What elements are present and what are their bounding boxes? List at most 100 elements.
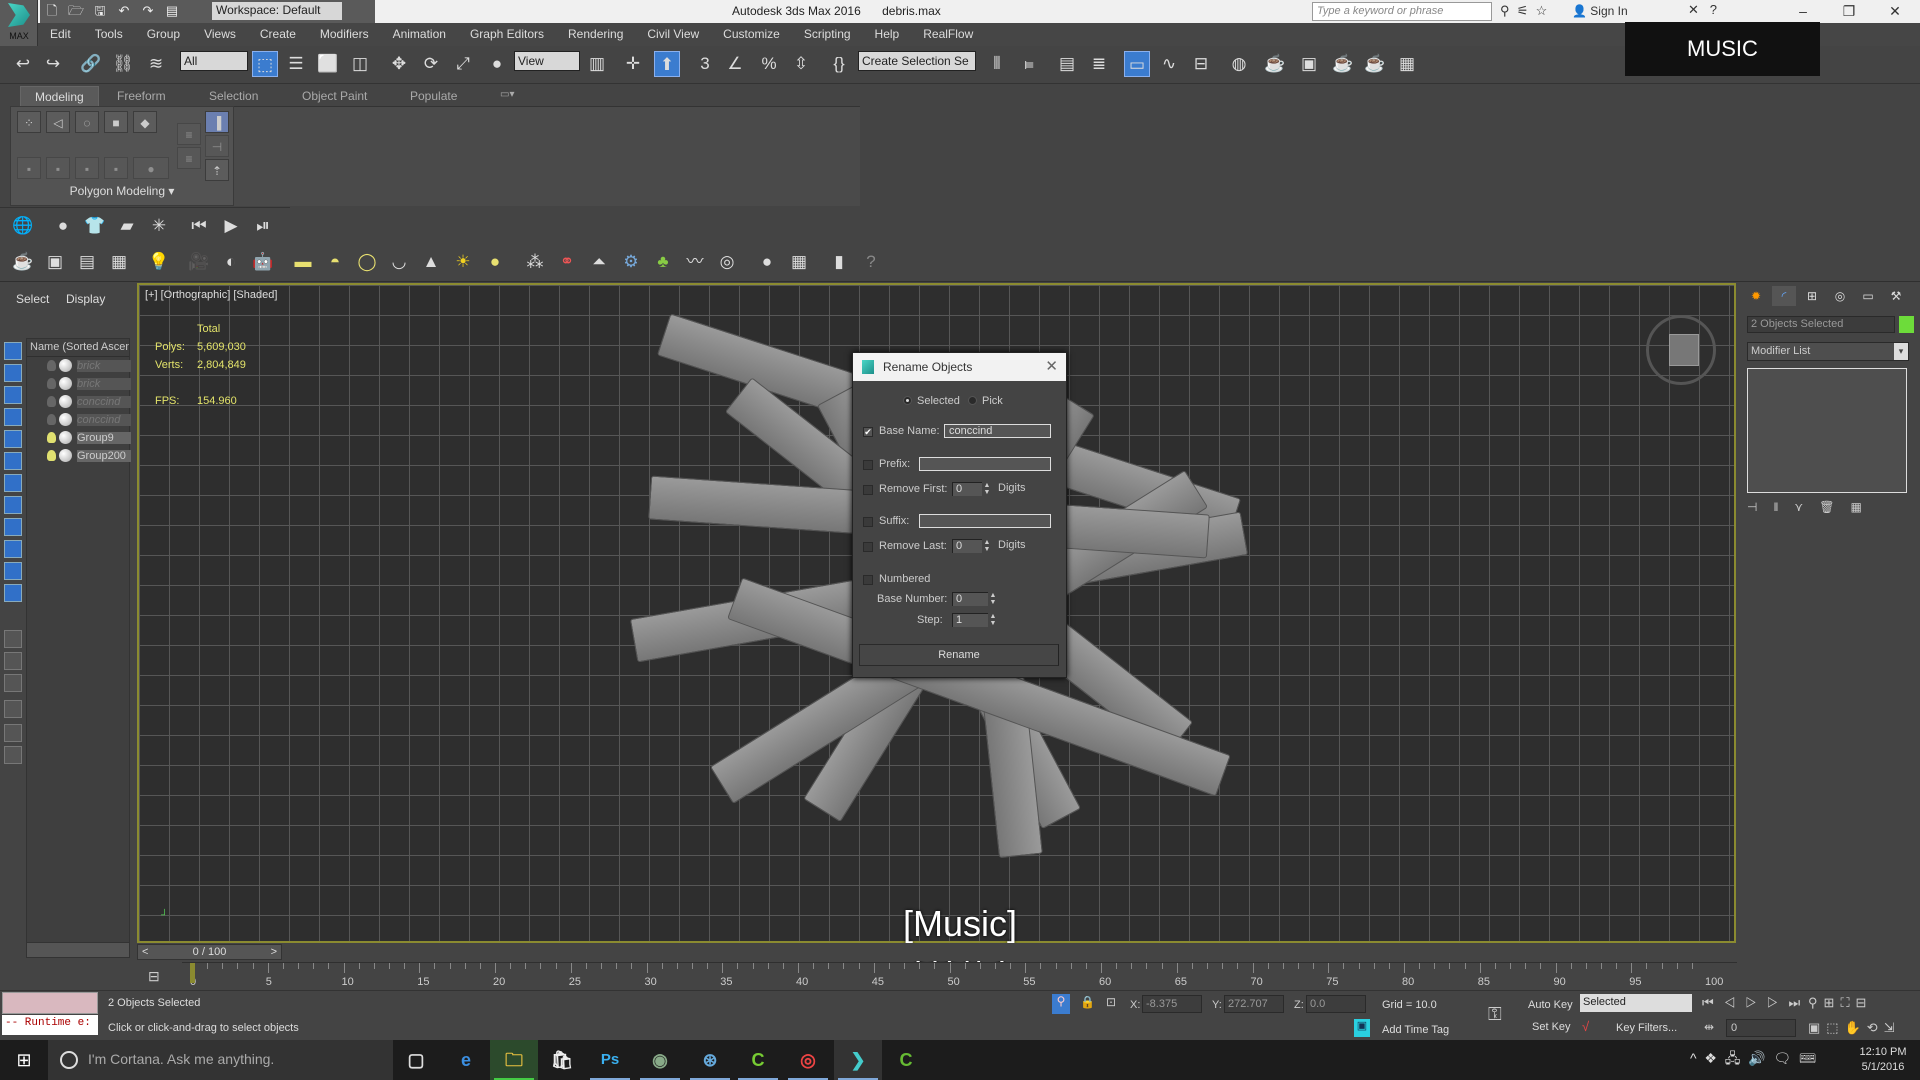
menu-rendering[interactable]: Rendering	[556, 23, 635, 41]
hair-fur-icon[interactable]: 〰	[682, 249, 708, 275]
visibility-bulb-icon[interactable]	[47, 360, 56, 371]
bowl-icon[interactable]: ◡	[386, 249, 412, 275]
communication-icon[interactable]: ⚟	[1517, 3, 1529, 18]
filter-frozen-icon[interactable]	[4, 562, 22, 580]
menu-civil-view[interactable]: Civil View	[635, 23, 711, 41]
camera-icon[interactable]: 🎥	[186, 249, 212, 275]
spinner-arrows-icon[interactable]: ▲ ▼	[989, 592, 997, 606]
sun-icon[interactable]: ☀	[450, 249, 476, 275]
filter-shapes-icon[interactable]	[4, 364, 22, 382]
display-tab-icon[interactable]: ▭	[1856, 286, 1880, 306]
min-max-toggle-icon[interactable]: ⇲	[1884, 1020, 1901, 1035]
menu-tools[interactable]: Tools	[83, 23, 135, 41]
filter-xrefs-icon[interactable]	[4, 496, 22, 514]
filter-hidden-icon[interactable]	[4, 584, 22, 602]
grow-icon[interactable]: ▪	[17, 157, 41, 179]
list-item[interactable]: conccind	[27, 393, 131, 411]
camtasia-icon[interactable]: C	[734, 1040, 782, 1080]
isolate-selection-icon[interactable]: ⚲	[1052, 994, 1070, 1014]
play-icon[interactable]: ▷	[1745, 995, 1767, 1010]
circle-icon[interactable]: ◯	[354, 249, 380, 275]
windows-start-icon[interactable]: ⊞	[0, 1040, 48, 1080]
visibility-bulb-icon[interactable]	[47, 414, 56, 425]
pivot-center-icon[interactable]: ▥	[584, 51, 610, 77]
vertex-icon[interactable]: ⁘	[17, 111, 41, 133]
hemisphere-icon[interactable]: ◓	[322, 249, 348, 275]
y-coordinate-field[interactable]: 272.707	[1224, 995, 1284, 1013]
numbered-checkbox[interactable]	[863, 575, 873, 585]
zoom-all-icon[interactable]: ⊞	[1824, 995, 1841, 1010]
spinner-arrows-icon[interactable]: ▲ ▼	[983, 539, 991, 553]
polygon-modeling-label[interactable]: Polygon Modeling ▾	[10, 184, 234, 198]
list-item[interactable]: conccind	[27, 411, 131, 429]
filter-space-warps-icon[interactable]	[4, 452, 22, 470]
remove-first-checkbox[interactable]	[863, 485, 873, 495]
scene-explorer-select-tab[interactable]: Select	[16, 292, 49, 306]
find-icon[interactable]	[4, 724, 22, 742]
list-item[interactable]: brick	[27, 375, 131, 393]
render-in-cloud-icon[interactable]: ☕	[1362, 51, 1388, 77]
windows-store-icon[interactable]: 🛍	[538, 1040, 586, 1080]
task-view-icon[interactable]: ▢	[392, 1040, 440, 1080]
shrink-icon[interactable]: ▪	[46, 157, 70, 179]
menu-views[interactable]: Views	[192, 23, 248, 41]
spinner-arrows-icon[interactable]: ▲ ▼	[989, 613, 997, 627]
viewcube[interactable]	[1646, 315, 1716, 385]
add-time-tag-button[interactable]: Add Time Tag	[1382, 1024, 1449, 1036]
spinner-snap-icon[interactable]: ⇳	[788, 51, 814, 77]
undo-icon[interactable]: ↶	[114, 1, 134, 21]
make-unique-icon[interactable]: ⋎	[1794, 500, 1803, 514]
z-coordinate-field[interactable]: 0.0	[1306, 995, 1366, 1013]
tab-populate[interactable]: Populate	[396, 86, 471, 106]
dialog-title-bar[interactable]: Rename Objects ✕	[853, 353, 1066, 381]
filter-groups-icon[interactable]	[4, 474, 22, 492]
application-menu-button[interactable]: MAX	[0, 0, 38, 46]
field-of-view-icon[interactable]: ▣	[1808, 1020, 1826, 1035]
rename-button[interactable]: Rename	[859, 644, 1059, 666]
menu-create[interactable]: Create	[248, 23, 308, 41]
menu-scripting[interactable]: Scripting	[792, 23, 863, 41]
molecule-icon[interactable]: ⚭	[554, 249, 580, 275]
half-sphere-icon[interactable]: ◐	[218, 249, 244, 275]
table-icon[interactable]: ▦	[106, 249, 132, 275]
tab-selection[interactable]: Selection	[195, 86, 272, 106]
workspace-dropdown[interactable]: Workspace: Default	[212, 2, 342, 20]
polygon-icon[interactable]: ■	[104, 111, 128, 133]
close-icon[interactable]: ✕	[1045, 357, 1058, 375]
steam-icon[interactable]: ⊛	[686, 1040, 734, 1080]
photoshop-icon[interactable]: Ps	[586, 1040, 634, 1080]
modify-mode-icon[interactable]: ≡	[177, 123, 201, 145]
nvidia-app-icon[interactable]: ◉	[636, 1040, 684, 1080]
menu-edit[interactable]: Edit	[38, 23, 83, 41]
goto-start-icon[interactable]: ⏮	[1702, 995, 1724, 1010]
unlink-icon[interactable]: ⛓	[110, 51, 136, 77]
visibility-bulb-icon[interactable]	[47, 450, 56, 461]
menu-modifiers[interactable]: Modifiers	[308, 23, 381, 41]
layers-icon[interactable]	[4, 746, 22, 764]
chrome-icon[interactable]: ◎	[784, 1040, 832, 1080]
step-gear-icon[interactable]: ⏯	[250, 213, 276, 239]
previous-frame-icon[interactable]: ◁	[1724, 995, 1746, 1010]
sign-in-button[interactable]: 👤 Sign In	[1572, 4, 1628, 18]
hierarchy-tab-icon[interactable]: ⊞	[1800, 286, 1824, 306]
current-frame-field[interactable]: 0	[1726, 1019, 1796, 1037]
pin-stack-icon[interactable]: ⊣	[205, 135, 229, 157]
a360-gallery-icon[interactable]: ▦	[1394, 51, 1420, 77]
keyboard-icon[interactable]: ⌨	[1799, 1050, 1817, 1066]
redo-icon[interactable]: ↪	[40, 51, 66, 77]
orbit-icon[interactable]: ✋	[1845, 1020, 1867, 1035]
angle-snap-icon[interactable]: ∠	[722, 51, 748, 77]
keyboard-shortcut-override-icon[interactable]: ⬆	[654, 51, 680, 77]
display-all-icon[interactable]	[4, 630, 22, 648]
robot-icon[interactable]: 🤖	[250, 249, 276, 275]
trackbar-toggle-icon[interactable]: ⊟	[148, 968, 160, 985]
help-search-input[interactable]: Type a keyword or phrase	[1312, 2, 1492, 21]
modifier-stack[interactable]	[1747, 368, 1907, 493]
scale-icon[interactable]: ⤢	[450, 51, 476, 77]
prefix-input[interactable]	[919, 457, 1051, 471]
file-explorer-icon[interactable]: 🗀	[490, 1040, 538, 1080]
window-crossing-icon[interactable]: ◫	[347, 51, 373, 77]
menu-help[interactable]: Help	[863, 23, 912, 41]
set-key-button[interactable]: Set Key	[1532, 1021, 1571, 1033]
border-icon[interactable]: ◌	[75, 111, 99, 133]
